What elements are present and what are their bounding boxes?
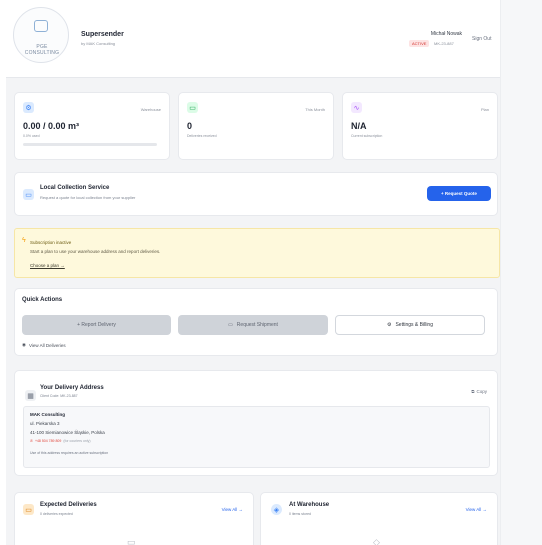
copy-label: Copy (476, 389, 487, 394)
bolt-icon: ϟ (22, 237, 26, 244)
address-phone: +48 504 789 809 (34, 439, 62, 443)
stat-value: 0.00 / 0.00 m³ (23, 121, 80, 131)
box-placeholder-icon: ◇ (373, 537, 380, 545)
stat-card-warehouse: ⚙ Warehouse 0.00 / 0.00 m³ 0.0% used (14, 92, 170, 160)
request-shipment-label: Request Shipment (236, 322, 278, 328)
local-collection-card: ▭ Local Collection Service Request a quo… (14, 172, 498, 216)
gear-icon: ⚙ (386, 322, 392, 328)
activity-icon: ∿ (351, 102, 362, 113)
expected-title: Expected Deliveries (40, 502, 97, 508)
stat-label: Warehouse (140, 107, 161, 112)
box-icon: ◈ (271, 504, 282, 515)
quick-actions-card: Quick Actions + Report Delivery ▭ Reques… (14, 288, 498, 356)
settings-billing-button[interactable]: ⚙ Settings & Billing (335, 315, 485, 335)
client-code: Client Code: MK-23-887 (40, 394, 78, 398)
delivery-address-card: ▦ Your Delivery Address Client Code: MK-… (14, 370, 498, 476)
truck-icon: ▭ (23, 189, 34, 200)
user-code: MK-23-887 (434, 41, 454, 46)
building-icon: ▦ (25, 390, 36, 401)
stat-card-plan: ∿ Plan N/A Current subscription (342, 92, 498, 160)
warehouse-usage-bar (23, 143, 157, 146)
expected-view-all-link[interactable]: View All → (222, 507, 243, 512)
phone-icon: ✆ (30, 439, 33, 443)
warehouse-subtitle: 0 items stored (289, 512, 311, 516)
user-name: Michał Nowak (430, 31, 462, 37)
stat-subtitle: Deliveries received (187, 134, 217, 138)
settings-billing-label: Settings & Billing (395, 322, 433, 328)
warehouse-view-all-link[interactable]: View All → (466, 507, 487, 512)
stat-value: 0 (187, 121, 193, 131)
status-badge: ACTIVE (409, 40, 430, 47)
phone-note: (for couriers only) (63, 439, 91, 443)
copy-icon: ⧉ (471, 389, 475, 394)
collection-subtitle: Request a quote for local collection fro… (40, 195, 136, 200)
app-subtitle: by MAK Consulting (81, 41, 116, 46)
eye-icon: ◉ (22, 342, 26, 347)
quick-actions-title: Quick Actions (22, 297, 63, 303)
request-shipment-button[interactable]: ▭ Request Shipment (178, 315, 328, 335)
truck-placeholder-icon: ▭ (127, 537, 136, 545)
warehouse-title: At Warehouse (289, 502, 330, 508)
address-phone-row: ✆ +48 504 789 809 (for couriers only) (30, 439, 91, 443)
address-city: 41-100 Siemianowice Śląskie, Polska (30, 430, 105, 435)
report-delivery-button[interactable]: + Report Delivery (22, 315, 171, 335)
alert-body: Start a plan to use your warehouse addre… (30, 249, 161, 254)
collection-title: Local Collection Service (40, 185, 110, 191)
at-warehouse-card: ◈ At Warehouse 0 items stored View All →… (260, 492, 498, 545)
address-note: Use of this address requires an active s… (30, 451, 109, 455)
truck-icon: ▭ (187, 102, 198, 113)
truck-icon: ▭ (228, 322, 233, 328)
request-quote-button[interactable]: + Request Quote (427, 186, 491, 201)
address-title: Your Delivery Address (40, 385, 104, 391)
stat-label: Plan (480, 107, 489, 112)
alert-title: Subscription inactive (30, 240, 72, 245)
expected-subtitle: 0 deliveries expected (40, 512, 73, 516)
stat-subtitle: Current subscription (351, 134, 383, 138)
stat-label: This Month (305, 107, 325, 112)
address-company: MAK Consulting (30, 412, 65, 417)
company-logo[interactable]: PGE CONSULTING (13, 7, 69, 63)
app-name: Supersender (81, 31, 124, 38)
truck-icon: ▭ (23, 504, 34, 515)
logo-text: PGE CONSULTING (24, 44, 60, 56)
choose-plan-link[interactable]: Choose a plan → (30, 263, 65, 268)
view-all-deliveries-label: View All Deliveries (28, 342, 66, 348)
copy-button[interactable]: ⧉ Copy (471, 389, 487, 394)
stat-card-month: ▭ This Month 0 Deliveries received (178, 92, 334, 160)
top-header: PGE CONSULTING Supersender by MAK Consul… (6, 0, 500, 78)
address-box: MAK Consulting ul. Piekarska 3 41-100 Si… (23, 406, 490, 468)
logo-mark-icon (34, 20, 48, 32)
subscription-alert: ϟ Subscription inactive Start a plan to … (14, 228, 500, 278)
view-all-deliveries-link[interactable]: ◉ View All Deliveries (22, 342, 66, 348)
stat-subtitle: 0.0% used (23, 134, 40, 138)
stat-value: N/A (351, 121, 367, 131)
address-street: ul. Piekarska 3 (30, 421, 60, 426)
sign-out-button[interactable]: Sign Out (472, 36, 491, 42)
expected-deliveries-card: ▭ Expected Deliveries 0 deliveries expec… (14, 492, 254, 545)
app-window: PGE CONSULTING Supersender by MAK Consul… (6, 0, 500, 545)
gear-icon: ⚙ (23, 102, 34, 113)
right-panel (500, 0, 542, 545)
